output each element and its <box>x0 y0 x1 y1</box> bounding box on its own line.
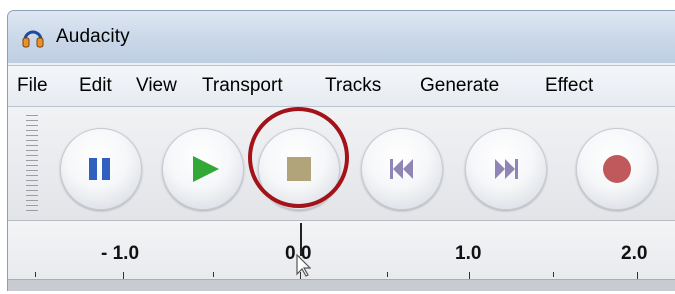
window-title: Audacity <box>56 26 130 47</box>
menu-tracks[interactable]: Tracks <box>325 75 381 97</box>
ruler-label-minus-1: - 1.0 <box>101 243 140 264</box>
playhead-cursor-icon <box>296 254 311 277</box>
pause-button[interactable] <box>60 128 142 210</box>
ruler-label-2: 2.0 <box>621 243 648 264</box>
headphones-icon <box>22 30 44 48</box>
skip-to-start-button[interactable] <box>361 128 443 210</box>
title-bar[interactable]: Audacity <box>8 11 675 63</box>
skip-to-start-icon <box>390 159 413 179</box>
ruler-tick <box>123 272 124 279</box>
toolbar-grip[interactable] <box>26 115 38 215</box>
timeline-ruler[interactable]: - 1.0 0.0 1.0 2.0 <box>8 221 675 279</box>
record-icon <box>603 155 631 183</box>
menu-transport[interactable]: Transport <box>202 75 283 97</box>
audacity-window: Audacity File Edit View Transport Tracks… <box>7 10 675 291</box>
menu-generate[interactable]: Generate <box>420 75 499 97</box>
menu-edit[interactable]: Edit <box>79 75 112 97</box>
ruler-tick <box>387 272 388 277</box>
menu-effect[interactable]: Effect <box>545 75 593 97</box>
ruler-tick <box>35 272 36 277</box>
ruler-tick <box>213 272 214 277</box>
menu-bar: File Edit View Transport Tracks Generate… <box>8 65 675 107</box>
ruler-tick <box>469 272 470 279</box>
menu-file[interactable]: File <box>17 75 48 97</box>
pause-icon <box>89 158 110 180</box>
skip-to-end-button[interactable] <box>465 128 547 210</box>
ruler-label-1: 1.0 <box>455 243 482 264</box>
ruler-bottom-bar <box>8 279 675 291</box>
play-button[interactable] <box>162 128 244 210</box>
ruler-tick <box>637 272 638 279</box>
playhead-line <box>300 223 302 256</box>
highlight-circle-annotation <box>248 107 349 208</box>
record-button[interactable] <box>576 128 658 210</box>
skip-to-end-icon <box>495 159 518 179</box>
screenshot-frame: Audacity File Edit View Transport Tracks… <box>0 0 675 294</box>
menu-view[interactable]: View <box>136 75 177 97</box>
ruler-tick <box>553 272 554 277</box>
play-icon <box>193 156 219 182</box>
